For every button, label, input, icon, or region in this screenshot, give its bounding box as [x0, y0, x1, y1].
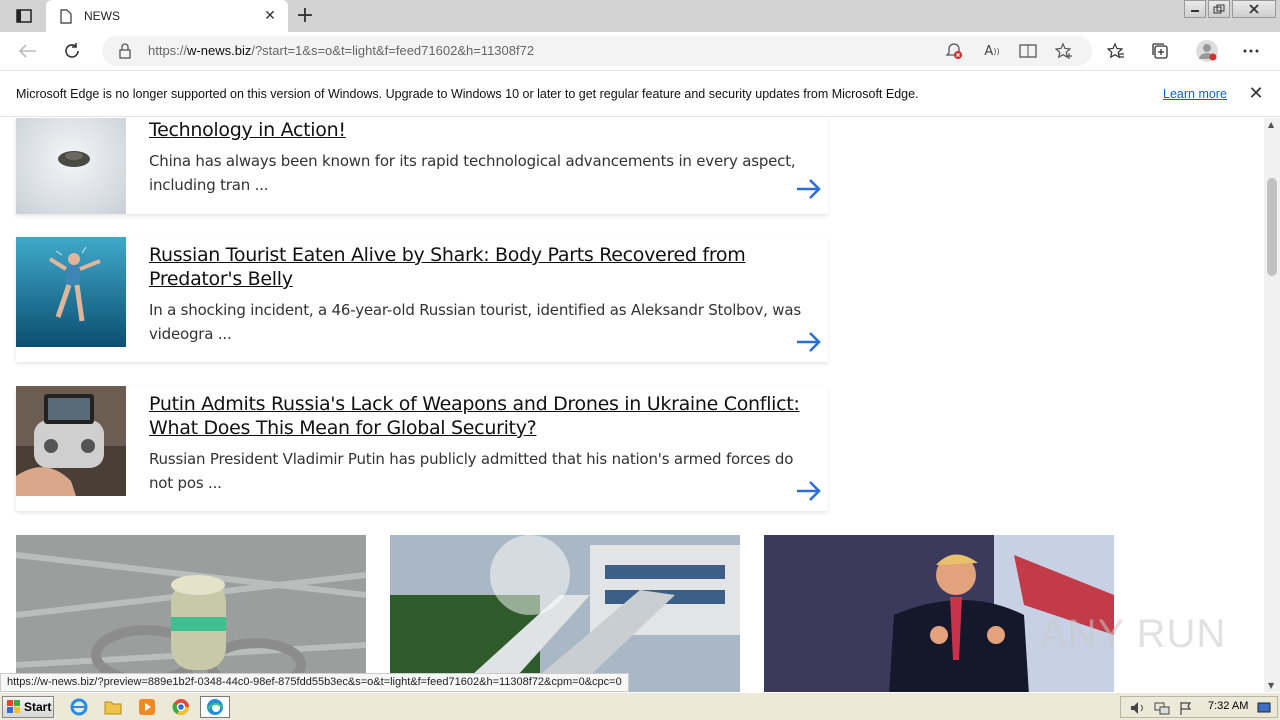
tab-news[interactable]: NEWS ✕ — [46, 0, 288, 32]
article-tile-image-money[interactable] — [16, 535, 366, 692]
taskbar-clock: 7:32 AM — [1208, 700, 1249, 712]
article-headline[interactable]: Technology in Action! — [149, 118, 809, 142]
media-player-icon[interactable] — [136, 697, 158, 717]
tab-actions-icon[interactable] — [10, 6, 38, 26]
profile-avatar[interactable] — [1194, 38, 1220, 64]
page-scrollbar[interactable]: ▲ ▼ — [1264, 118, 1280, 692]
immersive-reader-icon[interactable] — [1018, 41, 1038, 61]
start-button[interactable]: Start — [2, 696, 54, 718]
tab-strip: NEWS ✕ + — [0, 0, 1280, 32]
scrollbar-thumb[interactable] — [1267, 178, 1277, 276]
scroll-up-icon[interactable]: ▲ — [1268, 120, 1274, 129]
navigation-bar: https://w-news.biz/?start=1&s=o&t=light&… — [0, 32, 1280, 70]
tracking-blocked-icon[interactable] — [944, 41, 964, 61]
internet-explorer-icon[interactable] — [68, 697, 90, 717]
network-icon[interactable] — [1151, 698, 1173, 718]
read-more-arrow-icon[interactable] — [794, 174, 824, 204]
add-favorite-icon[interactable] — [1054, 41, 1074, 61]
article-summary: Russian President Vladimir Putin has pub… — [149, 450, 794, 492]
learn-more-link[interactable]: Learn more — [1163, 87, 1227, 101]
start-label: Start — [24, 700, 52, 714]
article-tile-image-missiles[interactable] — [390, 535, 740, 692]
tab-title: NEWS — [84, 9, 120, 23]
article-card[interactable]: Technology in Action! China has always b… — [16, 118, 828, 214]
back-button[interactable] — [16, 39, 40, 63]
show-desktop-icon[interactable] — [1253, 698, 1275, 718]
read-more-arrow-icon[interactable] — [794, 476, 824, 506]
action-center-flag-icon[interactable] — [1175, 698, 1197, 718]
read-aloud-icon[interactable]: A)) — [982, 41, 1002, 61]
url-text[interactable]: https://w-news.biz/?start=1&s=o&t=light&… — [148, 43, 534, 58]
file-explorer-icon[interactable] — [102, 697, 124, 717]
address-bar[interactable]: https://w-news.biz/?start=1&s=o&t=light&… — [102, 36, 1092, 66]
close-infobar-icon[interactable]: ✕ — [1246, 83, 1266, 104]
article-headline[interactable]: Russian Tourist Eaten Alive by Shark: Bo… — [149, 243, 809, 291]
refresh-button[interactable] — [60, 39, 84, 63]
infobar-message: Microsoft Edge is no longer supported on… — [16, 87, 919, 101]
minimize-button[interactable] — [1184, 0, 1206, 18]
volume-icon[interactable] — [1127, 698, 1149, 718]
article-thumbnail[interactable] — [16, 118, 126, 214]
lock-icon[interactable] — [118, 43, 132, 59]
article-headline[interactable]: Putin Admits Russia's Lack of Weapons an… — [149, 392, 809, 440]
collections-icon[interactable] — [1149, 40, 1171, 62]
chrome-icon[interactable] — [170, 697, 192, 717]
article-card[interactable]: Russian Tourist Eaten Alive by Shark: Bo… — [16, 237, 828, 362]
new-tab-button[interactable]: + — [294, 5, 316, 27]
unsupported-os-infobar: Microsoft Edge is no longer supported on… — [0, 70, 1280, 117]
article-thumbnail[interactable] — [16, 237, 126, 347]
status-link-preview: https://w-news.biz/?preview=889e1b2f-034… — [0, 673, 629, 692]
favorites-icon[interactable] — [1105, 40, 1127, 62]
window-close-button[interactable] — [1232, 0, 1276, 18]
restore-button[interactable] — [1208, 0, 1230, 18]
settings-more-icon[interactable] — [1240, 40, 1262, 62]
close-tab-icon[interactable]: ✕ — [260, 6, 280, 26]
system-tray — [1120, 696, 1278, 718]
page-content: Technology in Action! China has always b… — [0, 118, 1264, 692]
scroll-down-icon[interactable]: ▼ — [1268, 681, 1274, 690]
article-summary: China has always been known for its rapi… — [149, 152, 796, 194]
article-card[interactable]: Putin Admits Russia's Lack of Weapons an… — [16, 386, 828, 511]
taskbar: Start 7:32 AM — [0, 692, 1280, 720]
edge-taskbar-icon[interactable] — [200, 696, 230, 718]
page-icon — [58, 8, 74, 24]
article-thumbnail[interactable] — [16, 386, 126, 496]
read-more-arrow-icon[interactable] — [794, 327, 824, 357]
article-summary: In a shocking incident, a 46-year-old Ru… — [149, 301, 801, 343]
anyrun-watermark: ANY RUN — [1040, 612, 1227, 656]
